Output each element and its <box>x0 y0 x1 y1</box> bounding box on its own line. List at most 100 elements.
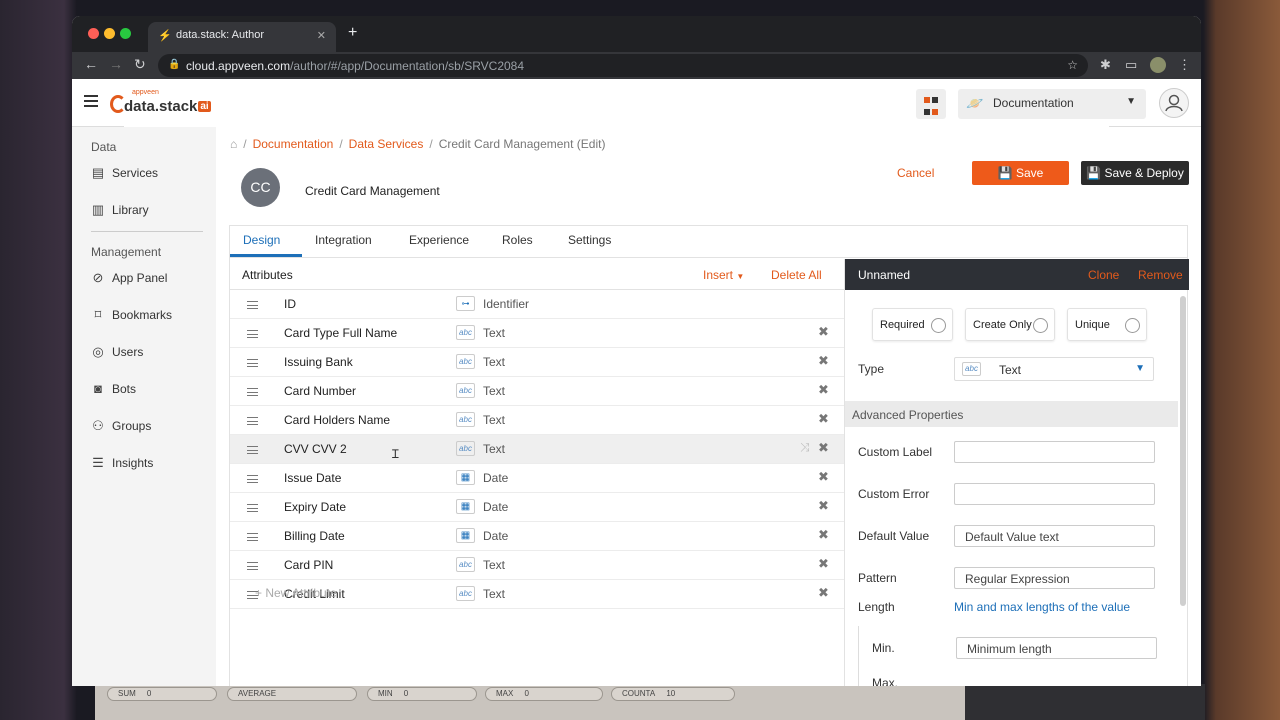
close-tab-icon[interactable]: ✕ <box>317 29 326 42</box>
table-row-hovered[interactable]: CVV CVV 2 Ɪ abc Text ⤨ ✖ <box>230 435 844 464</box>
drag-handle-icon[interactable] <box>247 359 258 370</box>
remove-attribute-icon[interactable]: ✖ <box>818 469 829 485</box>
remove-attribute-icon[interactable]: ✖ <box>818 556 829 572</box>
text-type-icon: abc <box>456 412 475 427</box>
table-row[interactable]: Card PIN abc Text ✖ <box>230 551 844 580</box>
table-row[interactable]: Issuing Bank abc Text ✖ <box>230 348 844 377</box>
table-row[interactable]: Billing Date ▦ Date ✖ <box>230 522 844 551</box>
attribute-name: Issue Date <box>284 471 342 485</box>
maximize-window-button[interactable] <box>120 28 131 39</box>
forward-icon[interactable]: → <box>109 56 123 72</box>
sidebar-item-app-panel[interactable]: ⊘ App Panel <box>91 271 168 286</box>
tab-settings[interactable]: Settings <box>568 233 611 247</box>
sum-cell: SUM 0 <box>107 687 217 701</box>
remove-attribute-icon[interactable]: ✖ <box>818 527 829 543</box>
tab-experience[interactable]: Experience <box>409 233 469 247</box>
minimize-window-button[interactable] <box>104 28 115 39</box>
hamburger-menu-icon[interactable] <box>84 95 98 110</box>
breadcrumb-data-services[interactable]: Data Services <box>349 137 424 151</box>
max-label: Max. <box>872 676 899 686</box>
sidebar-item-groups[interactable]: ⚇ Groups <box>91 419 151 434</box>
drag-handle-icon[interactable] <box>247 446 258 457</box>
bot-icon: ◙ <box>94 381 102 396</box>
address-bar[interactable]: 🔒 cloud.appveen.com/author/#/app/Documen… <box>158 54 1088 77</box>
logo-small-text: appveen <box>132 89 159 96</box>
drag-handle-icon[interactable] <box>247 562 258 573</box>
reload-icon[interactable]: ↻ <box>134 56 146 73</box>
extensions-icon[interactable]: ✱ <box>1100 57 1111 73</box>
tab-design[interactable]: Design <box>243 233 280 247</box>
favicon-icon: ⚡ <box>158 30 172 42</box>
insert-button[interactable]: Insert ▼ <box>703 268 744 282</box>
bookmark-star-icon[interactable]: ☆ <box>1067 58 1078 72</box>
remove-attribute-icon[interactable]: ✖ <box>818 353 829 369</box>
drag-handle-icon[interactable] <box>247 301 258 312</box>
list-icon: ▤ <box>91 165 105 180</box>
close-window-button[interactable] <box>88 28 99 39</box>
custom-error-field[interactable] <box>954 483 1155 505</box>
sidebar-divider <box>91 231 203 232</box>
sidebar-item-bots[interactable]: ◙ Bots <box>91 381 136 397</box>
background-panel <box>965 684 1205 720</box>
more-menu-icon[interactable]: ⋮ <box>1178 57 1191 73</box>
delete-all-button[interactable]: Delete All <box>771 268 822 282</box>
properties-scrollbar[interactable] <box>1180 296 1186 606</box>
app-selector-dropdown[interactable]: 🪐 Documentation ▼ <box>958 89 1146 119</box>
back-icon[interactable]: ← <box>84 56 98 72</box>
tab-roles[interactable]: Roles <box>502 233 533 247</box>
home-icon[interactable]: ⌂ <box>230 137 237 151</box>
table-row[interactable]: ID ⊶ Identifier <box>230 290 844 319</box>
cast-icon[interactable]: ▭ <box>1125 57 1137 73</box>
drag-handle-icon[interactable] <box>247 330 258 341</box>
custom-label-field[interactable] <box>954 441 1155 463</box>
profile-avatar-icon[interactable] <box>1150 57 1166 73</box>
table-row[interactable]: Card Type Full Name abc Text ✖ <box>230 319 844 348</box>
remove-attribute-icon[interactable]: ✖ <box>818 382 829 398</box>
remove-attribute-icon[interactable]: ✖ <box>818 411 829 427</box>
drag-handle-icon[interactable] <box>247 475 258 486</box>
apps-grid-button[interactable] <box>916 89 946 119</box>
browser-tab-bar: ⚡ data.stack: Author ✕ + <box>72 16 1201 52</box>
table-row[interactable]: Expiry Date ▦ Date ✖ <box>230 493 844 522</box>
remove-button[interactable]: Remove <box>1138 268 1183 282</box>
sidebar-item-bookmarks[interactable]: ⌑ Bookmarks <box>91 308 172 323</box>
max-cell: MAX 0 <box>485 687 603 701</box>
remove-attribute-icon[interactable]: ✖ <box>818 440 829 456</box>
drag-handle-icon[interactable] <box>247 388 258 399</box>
default-value-field[interactable]: Default Value text <box>954 525 1155 547</box>
remove-attribute-icon[interactable]: ✖ <box>818 498 829 514</box>
sidebar-item-insights[interactable]: ☰ Insights <box>91 456 153 471</box>
min-length-field[interactable]: Minimum length <box>956 637 1157 659</box>
attribute-name: Billing Date <box>284 529 345 543</box>
clone-button[interactable]: Clone <box>1088 268 1119 282</box>
remove-attribute-icon[interactable]: ✖ <box>818 585 829 601</box>
create-only-toggle[interactable]: Create Only <box>965 308 1055 341</box>
attributes-list: Attributes Insert ▼ Delete All ID ⊶ Iden… <box>230 259 844 686</box>
table-row[interactable]: Card Number abc Text ✖ <box>230 377 844 406</box>
save-deploy-button[interactable]: 💾 Save & Deploy <box>1081 161 1189 185</box>
pattern-field[interactable]: Regular Expression <box>954 567 1155 589</box>
min-label: Min. <box>872 641 895 655</box>
sidebar-item-services[interactable]: ▤ Services <box>91 165 158 181</box>
cancel-button[interactable]: Cancel <box>897 166 934 180</box>
new-attribute-button[interactable]: + New Attribute <box>255 586 337 600</box>
type-dropdown[interactable]: abc Text ▼ <box>954 357 1154 381</box>
save-button[interactable]: 💾 Save <box>972 161 1069 185</box>
drag-handle-icon[interactable] <box>247 504 258 515</box>
remove-attribute-icon[interactable]: ✖ <box>818 324 829 340</box>
drag-handle-icon[interactable] <box>247 533 258 544</box>
tab-integration[interactable]: Integration <box>315 233 372 247</box>
unique-toggle[interactable]: Unique <box>1067 308 1147 341</box>
user-avatar-button[interactable] <box>1159 88 1189 118</box>
sidebar-item-library[interactable]: ▥ Library <box>91 203 149 218</box>
table-row[interactable]: Card Holders Name abc Text ✖ <box>230 406 844 435</box>
drag-handle-icon[interactable] <box>247 417 258 428</box>
table-row[interactable]: Issue Date ▦ Date ✖ <box>230 464 844 493</box>
breadcrumb-documentation[interactable]: Documentation <box>253 137 334 151</box>
radio-icon <box>931 318 946 333</box>
clone-attribute-icon[interactable]: ⤨ <box>800 440 810 455</box>
new-tab-icon[interactable]: + <box>348 24 357 42</box>
sidebar-item-users[interactable]: ◎ Users <box>91 345 143 360</box>
required-toggle[interactable]: Required <box>872 308 953 341</box>
browser-tab[interactable]: ⚡ data.stack: Author ✕ <box>148 22 336 52</box>
